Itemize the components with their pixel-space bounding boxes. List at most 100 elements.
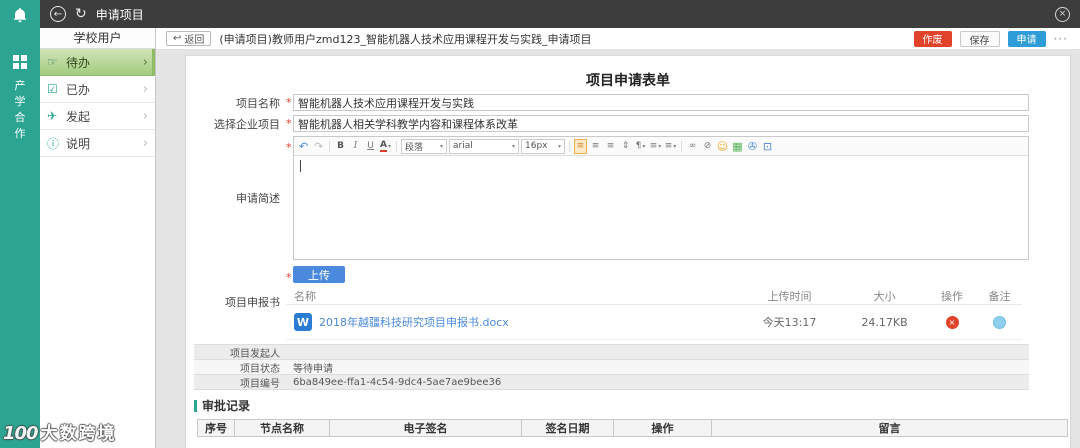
word-file-icon: W <box>294 313 312 331</box>
editor-body[interactable] <box>294 156 1028 259</box>
link-icon[interactable]: ∞ <box>686 139 699 154</box>
required-asterisk: * <box>286 141 292 154</box>
form-panel: 项目申请表单 项目名称 * 选择企业项目 * 申请简述 * ↶ <box>185 55 1071 448</box>
file-link[interactable]: 2018年越疆科技研究项目申报书.docx <box>319 314 509 330</box>
text-direction-icon[interactable]: ¶ ▾ <box>634 139 647 154</box>
file-col-action: 操作 <box>941 289 963 303</box>
caret-down-icon: ▾ <box>387 142 391 150</box>
sidebar-header: 学校用户 <box>40 28 155 49</box>
pilcrow-glyph: ¶ <box>635 141 642 151</box>
unlink-icon[interactable]: ⊘ <box>701 139 714 154</box>
paragraph-format-value: 段落 <box>405 142 424 153</box>
approval-col-index: 序号 <box>198 420 235 436</box>
rail-module-label: 产学合作 <box>14 79 26 140</box>
font-size-select[interactable]: 16px ▾ <box>521 138 565 154</box>
approval-title: 审批记录 <box>202 399 251 413</box>
project-name-input[interactable] <box>293 94 1029 111</box>
approval-col-node: 节点名称 <box>235 420 330 436</box>
paragraph-format-select[interactable]: 段落 ▾ <box>401 138 447 154</box>
media-icon[interactable]: ⊡ <box>761 139 774 154</box>
approval-col-date: 签名日期 <box>522 420 614 436</box>
image-icon[interactable]: ▦ <box>731 139 744 154</box>
align-left-icon[interactable]: ≡ <box>574 138 587 154</box>
caret-down-icon: ▾ <box>673 142 677 150</box>
refresh-icon[interactable]: ↻ <box>75 6 87 22</box>
apps-grid-icon[interactable] <box>13 55 27 69</box>
close-icon[interactable]: × <box>1055 6 1070 22</box>
underline-icon[interactable]: U <box>364 139 377 154</box>
page-title: 申请项目 <box>95 7 144 22</box>
font-family-select[interactable]: arial ▾ <box>449 138 519 154</box>
list-glyph: ≡ <box>649 141 658 151</box>
list-glyph: ≡ <box>664 141 673 151</box>
return-button[interactable]: ↩ 返回 <box>166 31 212 46</box>
bold-icon[interactable]: B <box>334 139 347 154</box>
file-name-cell: W 2018年越疆科技研究项目申报书.docx <box>286 313 737 331</box>
approval-table-header: 序号 节点名称 电子签名 签名日期 操作 留言 <box>197 419 1068 437</box>
enterprise-project-input[interactable] <box>293 115 1029 132</box>
delete-file-icon[interactable]: × <box>945 315 959 329</box>
unordered-list-icon[interactable]: ≡ ▾ <box>664 139 677 154</box>
font-family-value: arial <box>453 141 473 151</box>
undo-icon[interactable]: ↶ <box>297 139 310 154</box>
sidebar-item-initiate[interactable]: ✈ 发起 › <box>40 103 155 130</box>
field-brief: 申请简述 * ↶ ↷ B I U A▾ 段落▾ arial▾ 16px▾ <box>186 136 1070 260</box>
toolbar-separator <box>396 140 397 152</box>
report-label: 项目申报书 <box>225 296 280 309</box>
info-icon: ⓘ <box>47 136 60 151</box>
align-center-icon[interactable]: ≡ <box>589 139 602 154</box>
sidebar-item-done[interactable]: ☑ 已办 › <box>40 76 155 103</box>
enterprise-project-label: 选择企业项目 <box>214 117 280 131</box>
remark-icon[interactable] <box>993 315 1006 329</box>
file-time-cell: 今天13:17 <box>762 316 817 329</box>
void-button[interactable]: 作废 <box>913 30 952 47</box>
todo-icon: ☞ <box>47 55 58 69</box>
redo-icon[interactable]: ↷ <box>312 139 325 154</box>
italic-icon[interactable]: I <box>349 139 362 154</box>
chevron-right-icon: › <box>142 81 148 97</box>
status-label: 项目状态 <box>240 363 280 375</box>
chevron-right-icon: › <box>142 108 148 124</box>
font-color-icon[interactable]: A ▾ <box>379 139 392 154</box>
watermark: 100 大数跨境 <box>3 419 117 444</box>
back-icon[interactable]: ← <box>50 6 66 22</box>
required-asterisk: * <box>286 270 292 284</box>
file-col-remark: 备注 <box>988 289 1011 303</box>
initiator-label: 项目发起人 <box>230 348 280 360</box>
sidebar-item-help[interactable]: ⓘ 说明 › <box>40 130 155 157</box>
notifications-bell-icon[interactable] <box>12 7 28 23</box>
upload-button[interactable]: 上传 <box>293 266 345 283</box>
watermark-text: 大数跨境 <box>40 424 117 444</box>
apply-button[interactable]: 申请 <box>1007 30 1046 47</box>
field-report: 项目申报书 * 上传 名称 上传时间 大小 操作 备注 W 2018年越疆科技研… <box>186 264 1070 340</box>
action-toolbar: ↩ 返回 (申请项目)教师用户zmd123_智能机器人技术应用课程开发与实践_申… <box>156 28 1080 50</box>
return-label: 返回 <box>184 35 205 46</box>
file-row: W 2018年越疆科技研究项目申报书.docx 今天13:17 24.17KB … <box>286 305 1022 340</box>
content-area: 项目申请表单 项目名称 * 选择企业项目 * 申请简述 * ↶ <box>156 50 1080 448</box>
number-label: 项目编号 <box>240 378 280 390</box>
field-initiator: 项目发起人 <box>194 345 1029 360</box>
field-number: 项目编号 6ba849ee-ffa1-4c54-9dc4-5ae7ae9bee3… <box>194 375 1029 390</box>
left-rail: 产学合作 <box>0 0 40 448</box>
caret-down-icon: ▾ <box>557 142 561 150</box>
back-arrow-glyph: ← <box>53 8 63 20</box>
caret-down-icon: ▾ <box>439 142 443 150</box>
sidebar-item-todo[interactable]: ☞ 待办 › <box>40 49 155 76</box>
toolbar-separator <box>329 140 330 152</box>
align-right-icon[interactable]: ≡ <box>604 139 617 154</box>
sidebar-item-label: 待办 <box>66 55 91 70</box>
project-name-label: 项目名称 <box>236 96 280 110</box>
approval-section-header: 审批记录 <box>194 399 1070 413</box>
more-actions-icon[interactable]: ··· <box>1054 32 1068 46</box>
file-col-time: 上传时间 <box>767 289 812 303</box>
save-button[interactable]: 保存 <box>959 30 1000 47</box>
done-icon: ☑ <box>47 82 58 96</box>
line-height-icon[interactable]: ⇕ <box>619 139 632 154</box>
font-color-glyph: A <box>380 139 387 152</box>
attachment-icon[interactable]: ✇ <box>746 139 759 154</box>
sidebar: 学校用户 ☞ 待办 › ☑ 已办 › ✈ 发起 › ⓘ 说明 › <box>40 28 156 448</box>
emoji-icon[interactable]: ☺ <box>716 139 729 154</box>
field-project-name: 项目名称 * <box>186 94 1070 111</box>
chevron-right-icon: › <box>142 135 148 151</box>
ordered-list-icon[interactable]: ≡ ▾ <box>649 139 662 154</box>
